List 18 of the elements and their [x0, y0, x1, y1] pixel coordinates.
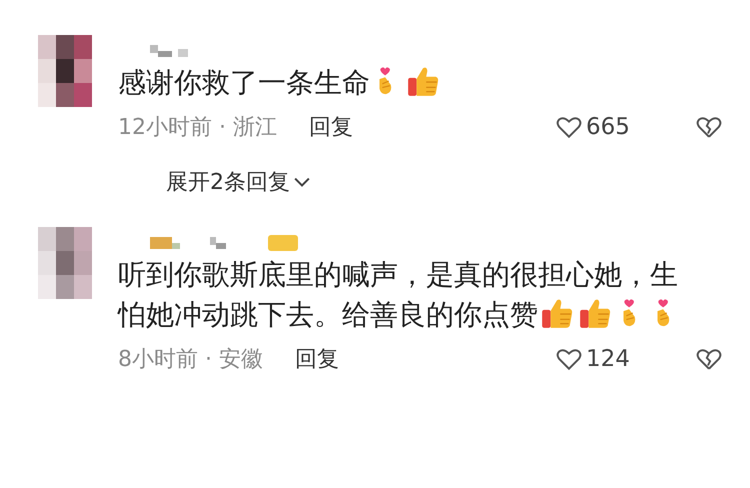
pixelated-username [150, 43, 188, 59]
pixelated-avatar [38, 227, 92, 299]
like-icon[interactable] [556, 115, 582, 139]
reply-button[interactable]: 回复 [294, 344, 339, 374]
chevron-down-icon [294, 176, 310, 188]
expand-replies-button[interactable]: 展开2条回复 [166, 167, 310, 197]
time-location: 12小时前 · 浙江 [118, 114, 277, 142]
comment-text: 怕她冲动跳下去。给善良的你点赞 [118, 298, 538, 331]
comment-text: 听到你歌斯底里的喊声，是真的很担心她，生 [118, 257, 679, 293]
like-icon[interactable] [556, 347, 582, 371]
like-count: 124 [586, 346, 631, 372]
time-location: 8小时前 · 安徽 [118, 346, 263, 374]
broken-heart-icon[interactable] [696, 115, 722, 139]
like-count: 665 [586, 114, 631, 140]
pixelated-avatar [38, 35, 92, 107]
reply-button[interactable]: 回复 [308, 112, 353, 142]
comment-text: 感谢你救了一条生命 [118, 66, 370, 99]
broken-heart-icon[interactable] [696, 347, 722, 371]
